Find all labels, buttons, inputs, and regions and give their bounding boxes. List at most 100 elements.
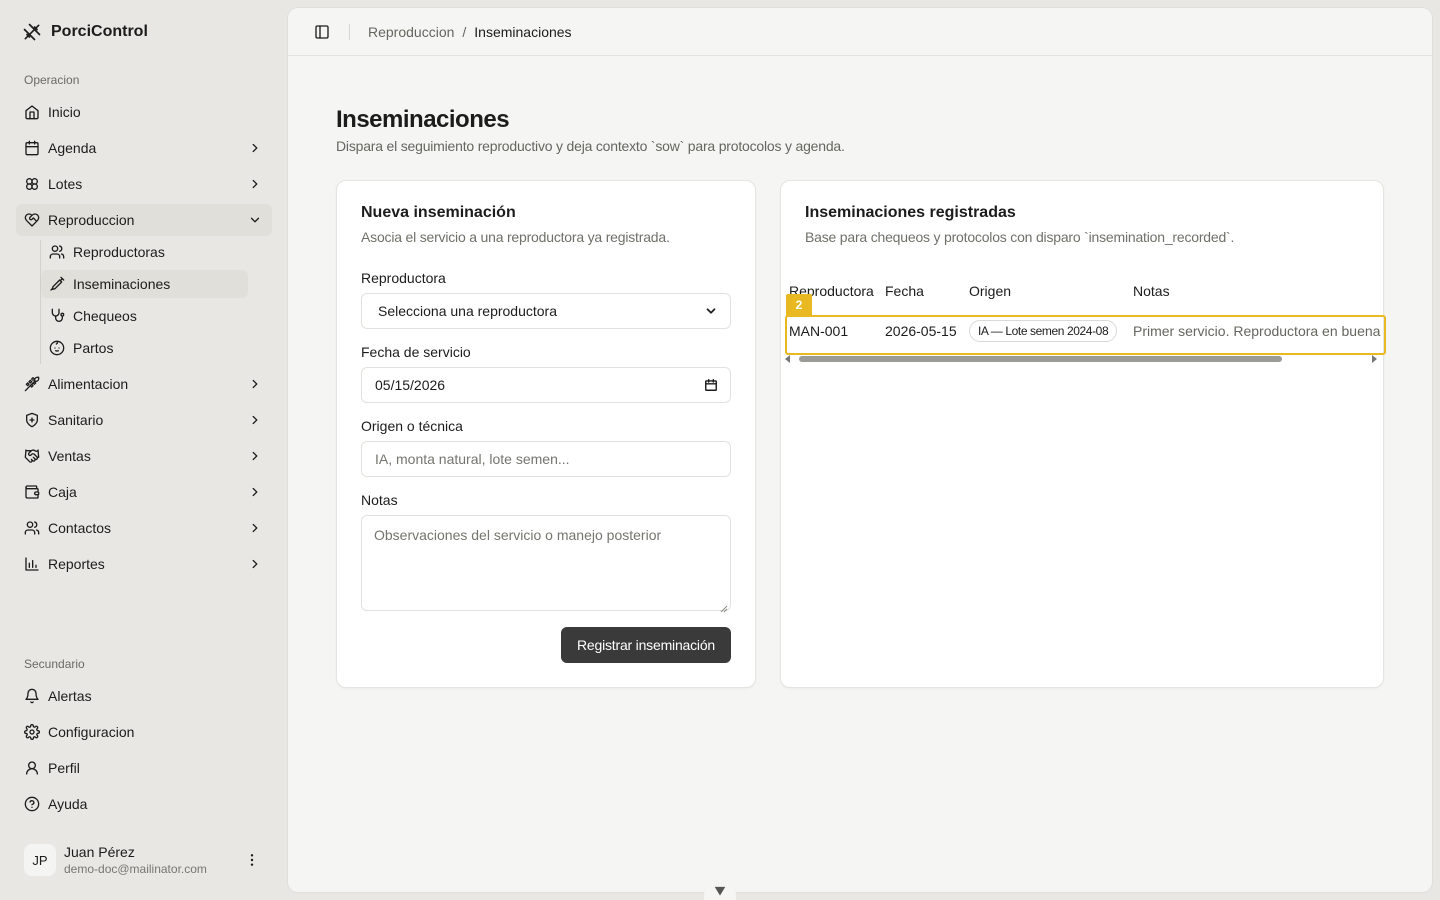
group-label-operacion: Operacion	[24, 73, 80, 87]
brand-name: PorciControl	[51, 23, 148, 40]
chevron-down-icon	[704, 304, 718, 318]
sidebar-subitem-label: Chequeos	[73, 308, 137, 324]
group-label-secundario: Secundario	[24, 657, 85, 671]
avatar: JP	[24, 844, 56, 876]
sidebar-item-ayuda[interactable]: Ayuda	[16, 788, 272, 820]
sidebar-item-agenda[interactable]: Agenda	[16, 132, 272, 164]
wheat-icon	[24, 376, 40, 392]
origin-placeholder: IA, monta natural, lote semen...	[375, 451, 570, 467]
sidebar-item-label: Configuracion	[48, 724, 135, 740]
pig-logo-icon	[22, 22, 42, 42]
boxes-icon	[24, 176, 40, 192]
sow-select-value: Selecciona una reproductora	[378, 303, 558, 319]
home-icon	[24, 104, 40, 120]
brand[interactable]: PorciControl	[22, 20, 148, 44]
sidebar-item-label: Alertas	[48, 688, 92, 704]
sidebar-item-reproduccion[interactable]: Reproduccion	[16, 204, 272, 236]
page-subtitle: Dispara el seguimiento reproductivo y de…	[336, 138, 845, 154]
more-vertical-icon[interactable]	[244, 852, 260, 868]
sidebar-item-lotes[interactable]: Lotes	[16, 168, 272, 200]
service-date-input[interactable]: 05/15/2026	[361, 367, 731, 403]
user-icon	[24, 760, 40, 776]
sidebar-item-label: Ventas	[48, 448, 91, 464]
column-header-fecha: Fecha	[885, 283, 924, 299]
sidebar-item-label: Agenda	[48, 140, 97, 156]
stethoscope-icon	[49, 308, 65, 324]
user-name: Juan Pérez	[64, 843, 135, 860]
main-panel: Reproduccion / Inseminaciones Inseminaci…	[288, 8, 1432, 892]
sidebar-item-reportes[interactable]: Reportes	[16, 548, 272, 580]
sidebar-subitem-partos[interactable]: Partos	[41, 334, 248, 362]
origin-label: Origen o técnica	[361, 418, 463, 434]
breadcrumb-current: Inseminaciones	[474, 23, 572, 40]
horizontal-scrollbar[interactable]	[799, 356, 1282, 362]
insemination-records-card: Inseminaciones registradas Base para che…	[780, 180, 1386, 688]
scroll-left-icon[interactable]	[785, 355, 791, 363]
card-title: Nueva inseminación	[361, 204, 516, 221]
sidebar-subitem-label: Inseminaciones	[73, 276, 171, 292]
sidebar-subitem-chequeos[interactable]: Chequeos	[41, 302, 248, 330]
chevron-down-icon	[248, 213, 262, 227]
sidebar-item-alertas[interactable]: Alertas	[16, 680, 272, 712]
sidebar-item-caja[interactable]: Caja	[16, 476, 272, 508]
resize-grip-icon[interactable]	[720, 600, 728, 613]
sidebar-item-ventas[interactable]: Ventas	[16, 440, 272, 472]
service-date-value: 05/15/2026	[375, 377, 446, 393]
sidebar-item-label: Sanitario	[48, 412, 104, 428]
page-title: Inseminaciones	[336, 106, 510, 133]
sidebar-item-perfil[interactable]: Perfil	[16, 752, 272, 784]
sidebar-item-sanitario[interactable]: Sanitario	[16, 404, 272, 436]
card-title: Inseminaciones registradas	[805, 204, 1016, 221]
wallet-icon	[24, 484, 40, 500]
chevron-right-icon	[248, 177, 262, 191]
sidebar-item-inicio[interactable]: Inicio	[16, 96, 272, 128]
notes-label: Notas	[361, 492, 398, 508]
date-label: Fecha de servicio	[361, 344, 471, 360]
origin-input[interactable]: IA, monta natural, lote semen...	[361, 441, 731, 477]
sidebar-item-label: Reproduccion	[48, 212, 135, 228]
user-email: demo-doc@mailinator.com	[64, 861, 207, 876]
chevron-right-icon	[248, 449, 262, 463]
sidebar-item-label: Lotes	[48, 176, 83, 192]
sidebar-toggle-icon[interactable]	[314, 24, 330, 40]
sidebar-item-label: Contactos	[48, 520, 112, 536]
sidebar-item-label: Inicio	[48, 104, 81, 120]
card-description: Base para chequeos y protocolos con disp…	[805, 229, 1235, 245]
row-highlight-tag: 2	[786, 294, 812, 316]
users-icon	[24, 520, 40, 536]
baby-icon	[49, 340, 65, 356]
sidebar-item-label: Ayuda	[48, 796, 88, 812]
breadcrumb: Reproduccion / Inseminaciones	[368, 24, 572, 40]
heart-handshake-icon	[24, 212, 40, 228]
sidebar: PorciControl Operacion Inicio Agenda Lot…	[0, 0, 288, 900]
chevron-right-icon	[248, 413, 262, 427]
chevron-right-icon	[248, 521, 262, 535]
new-insemination-card: Nueva inseminación Asocia el servicio a …	[336, 180, 756, 688]
notes-placeholder: Observaciones del servicio o manejo post…	[374, 527, 662, 543]
sidebar-item-label: Perfil	[48, 760, 80, 776]
chevron-down-icon	[713, 884, 727, 898]
chevron-right-icon	[248, 485, 262, 499]
user-menu[interactable]: JP Juan Pérez demo-doc@mailinator.com	[16, 836, 272, 884]
column-header-notas: Notas	[1133, 283, 1170, 299]
sidebar-subitem-inseminaciones[interactable]: Inseminaciones	[41, 270, 248, 298]
calendar-icon	[24, 140, 40, 156]
syringe-icon	[49, 276, 65, 292]
notes-textarea[interactable]: Observaciones del servicio o manejo post…	[361, 515, 731, 613]
column-header-origen: Origen	[969, 283, 1012, 299]
sidebar-item-contactos[interactable]: Contactos	[16, 512, 272, 544]
scroll-right-icon[interactable]	[1371, 355, 1377, 363]
sidebar-item-label: Reportes	[48, 556, 105, 572]
topbar: Reproduccion / Inseminaciones	[288, 8, 1432, 56]
submit-insemination-button[interactable]: Registrar inseminación	[561, 627, 731, 663]
sidebar-subitem-label: Partos	[73, 340, 114, 356]
sow-select[interactable]: Selecciona una reproductora	[361, 293, 731, 329]
row-highlight-frame	[785, 315, 1386, 355]
sidebar-item-alimentacion[interactable]: Alimentacion	[16, 368, 272, 400]
breadcrumb-parent[interactable]: Reproduccion	[368, 24, 454, 40]
sidebar-subitem-reproductoras[interactable]: Reproductoras	[41, 238, 248, 266]
sidebar-subitem-label: Reproductoras	[73, 244, 165, 260]
calendar-icon[interactable]	[704, 378, 718, 392]
user-info: Juan Pérez demo-doc@mailinator.com	[64, 844, 207, 877]
sidebar-item-configuracion[interactable]: Configuracion	[16, 716, 272, 748]
